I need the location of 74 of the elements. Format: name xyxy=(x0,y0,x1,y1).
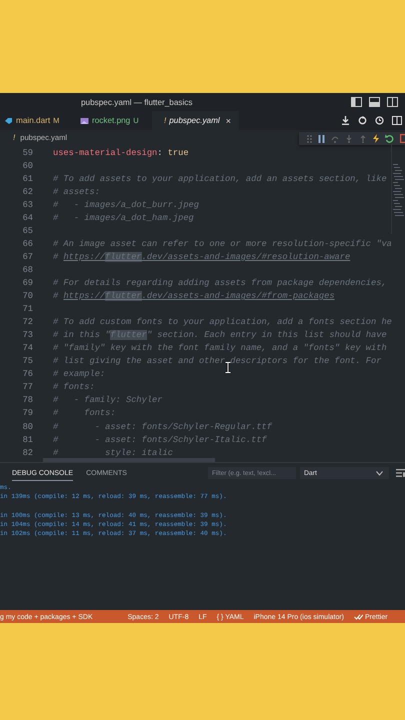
code-comment: # xyxy=(53,252,60,262)
line-number: 65 xyxy=(22,226,33,236)
line-number: 69 xyxy=(22,278,33,288)
line-number: 61 xyxy=(22,174,33,184)
code-comment: # To add assets to your application, add an assets section, like xyxy=(53,174,387,184)
line-number: 64 xyxy=(22,212,33,223)
code-comment: # fonts: xyxy=(53,382,95,392)
line-number: 82 xyxy=(22,448,33,458)
line-number: 68 xyxy=(22,264,33,275)
split-editor-icon[interactable] xyxy=(392,116,402,125)
code-comment: " section. Each entry in this list should have xyxy=(146,330,387,340)
collapse-all-icon[interactable] xyxy=(396,469,405,477)
line-number: 76 xyxy=(22,369,33,380)
panel-toggle-icon[interactable] xyxy=(369,97,380,107)
code-comment: # "family" key with the font family name, and a "fonts" key with xyxy=(53,343,387,354)
restart-icon[interactable] xyxy=(385,134,394,143)
comment-link[interactable]: https:// xyxy=(63,291,106,302)
line-number: 73 xyxy=(22,330,33,340)
comment-link[interactable]: .dev/assets-and-images/#from-packages xyxy=(142,291,335,302)
text-cursor-icon xyxy=(225,362,231,373)
comment-link[interactable]: https:// xyxy=(63,252,106,262)
line-number: 62 xyxy=(22,186,33,197)
yaml-icon: ! xyxy=(13,132,16,142)
code-comment: # An image asset can refer to one or more resolution-specific "va xyxy=(53,238,392,249)
code-comment: # assets: xyxy=(53,186,100,197)
pause-icon[interactable] xyxy=(318,134,325,142)
stop-icon[interactable] xyxy=(400,134,405,143)
line-number: 60 xyxy=(22,160,33,171)
line-number: 79 xyxy=(22,408,33,418)
sidebar-toggle-icon[interactable] xyxy=(351,97,362,107)
line-number: 72 xyxy=(22,317,33,328)
line-number: 71 xyxy=(22,304,33,314)
line-number: 67 xyxy=(22,252,33,262)
code-comment: # xyxy=(53,291,60,302)
line-number: 81 xyxy=(22,434,33,445)
line-number: 77 xyxy=(22,382,33,392)
history-icon[interactable] xyxy=(375,116,384,125)
line-number: 59 xyxy=(22,148,33,158)
close-icon[interactable]: × xyxy=(226,116,232,126)
line-number: 66 xyxy=(22,238,33,249)
image-icon xyxy=(80,116,89,124)
yaml-icon: ! xyxy=(164,116,166,125)
code-comment: # - family: Schyler xyxy=(53,395,162,406)
code-comment: # - images/a_dot_burr.jpeg xyxy=(53,200,199,210)
code-comment: # in this " xyxy=(53,330,110,340)
yaml-value: true xyxy=(168,148,189,158)
code-comment: # - asset: fonts/Schyler-Italic.ttf xyxy=(53,434,267,445)
double-check-icon xyxy=(354,614,364,620)
line-number: 75 xyxy=(22,356,33,366)
line-number: 80 xyxy=(22,422,33,432)
comment-link[interactable]: .dev/assets-and-images/#resolution-aware xyxy=(142,252,350,262)
window-title: pubspec.yaml — flutter_basics xyxy=(81,98,192,106)
line-number: 74 xyxy=(22,343,33,354)
line-number: 70 xyxy=(22,291,33,302)
layout-icon[interactable] xyxy=(387,97,398,107)
editor-tab[interactable]: ! pubspec.yaml × xyxy=(152,111,240,130)
code-comment: # fonts: xyxy=(53,408,116,418)
lightning-icon[interactable] xyxy=(373,134,379,143)
line-number: 78 xyxy=(22,395,33,406)
download-icon[interactable] xyxy=(341,116,350,125)
code-comment: # To add custom fonts to your application, add a fonts section he xyxy=(53,317,392,328)
code-comment: # - asset: fonts/Schyler-Regular.ttf xyxy=(53,422,272,432)
grip-icon[interactable] xyxy=(307,134,312,142)
code-comment: # example: xyxy=(53,369,106,380)
code-text: : xyxy=(157,148,164,158)
code-comment: # style: italic xyxy=(53,448,173,458)
yaml-key: uses-material-design xyxy=(53,148,158,158)
line-number: 63 xyxy=(22,200,33,210)
code-comment: # - images/a_dot_ham.jpeg xyxy=(53,212,194,223)
sync-icon[interactable] xyxy=(358,116,367,125)
code-comment: # list giving the asset and other descriptors for the font. For xyxy=(53,356,382,366)
chevron-down-icon xyxy=(376,470,383,476)
dart-icon xyxy=(4,116,13,124)
code-comment: # For details regarding adding assets from package dependencies, xyxy=(53,278,387,288)
